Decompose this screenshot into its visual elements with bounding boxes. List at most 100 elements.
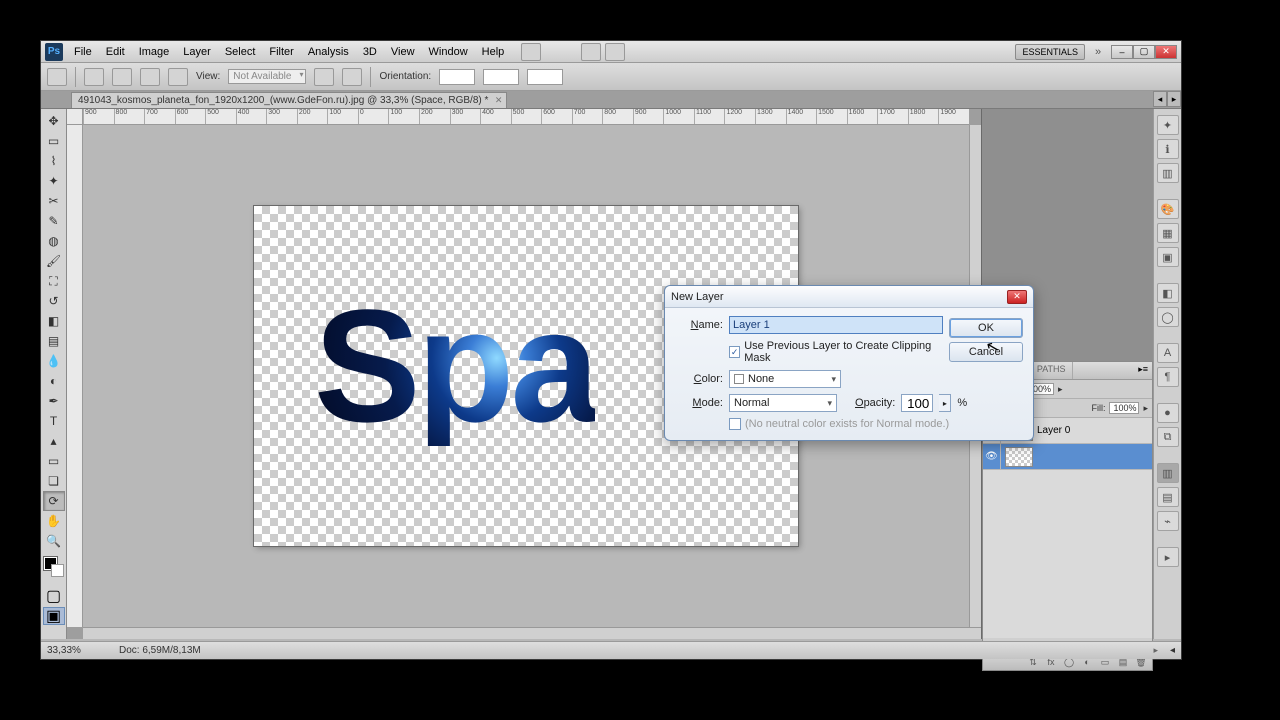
dialog-opacity-input[interactable] [901, 394, 933, 412]
orientation-field-3[interactable] [527, 69, 563, 85]
horizontal-scrollbar[interactable] [83, 627, 981, 639]
menu-3d[interactable]: 3D [356, 46, 384, 58]
tool-preset-icon[interactable] [47, 68, 67, 86]
gradient-tool-icon[interactable]: ▤ [43, 331, 65, 351]
status-arrow-icon[interactable]: ▸ [1153, 645, 1158, 656]
layer-thumbnail[interactable] [1005, 447, 1033, 467]
orientation-field-1[interactable] [439, 69, 475, 85]
cancel-button[interactable]: Cancel [949, 342, 1023, 362]
opacity-spinner-icon[interactable]: ▸ [939, 394, 951, 412]
hand-tool-icon[interactable]: ✋ [43, 511, 65, 531]
refresh-icon[interactable] [168, 68, 188, 86]
menu-window[interactable]: Window [422, 46, 475, 58]
refine-icon[interactable] [314, 68, 334, 86]
clipping-mask-checkbox[interactable]: ✓ [729, 346, 740, 358]
color-swatches[interactable] [41, 555, 66, 585]
tab-paths[interactable]: PATHS [1031, 362, 1073, 379]
crop-tool-icon[interactable]: ✂ [43, 191, 65, 211]
eyedropper-tool-icon[interactable]: ✎ [43, 211, 65, 231]
rotate-icon[interactable] [84, 68, 104, 86]
character-icon[interactable]: A [1157, 343, 1179, 363]
visibility-icon[interactable]: 👁 [983, 444, 1001, 469]
color-icon[interactable]: 🎨 [1157, 199, 1179, 219]
quick-mask-off-icon[interactable]: ▢ [43, 587, 65, 605]
pen-tool-icon[interactable]: ✒ [43, 391, 65, 411]
shape-tool-icon[interactable]: ▭ [43, 451, 65, 471]
fill-field[interactable]: 100% [1109, 402, 1139, 414]
color-dropdown[interactable]: None [729, 370, 841, 388]
dodge-tool-icon[interactable]: ◐ [43, 371, 65, 391]
menu-help[interactable]: Help [475, 46, 512, 58]
marquee-tool-icon[interactable]: ▭ [43, 131, 65, 151]
dialog-close-icon[interactable]: ✕ [1007, 290, 1027, 304]
navigator-icon[interactable]: ✦ [1157, 115, 1179, 135]
panel-menu-icon[interactable]: ▸≡ [1134, 362, 1152, 379]
zoom-value[interactable]: 33,33% [47, 645, 107, 656]
masks-icon[interactable]: ◯ [1157, 307, 1179, 327]
layer-row[interactable]: 👁 [983, 444, 1152, 470]
clone-source-icon[interactable]: ⧉ [1157, 427, 1179, 447]
menu-view[interactable]: View [384, 46, 422, 58]
close-icon[interactable]: ✕ [1155, 45, 1177, 59]
screen-mode-icon[interactable] [521, 43, 541, 61]
menu-select[interactable]: Select [218, 46, 263, 58]
stamp-tool-icon[interactable]: ⛶ [43, 271, 65, 291]
type-tool-icon[interactable]: T [43, 411, 65, 431]
chevron-right-icon[interactable]: » [1089, 45, 1107, 59]
menu-filter[interactable]: Filter [262, 46, 300, 58]
gear-icon[interactable] [342, 68, 362, 86]
healing-tool-icon[interactable]: ◍ [43, 231, 65, 251]
menu-image[interactable]: Image [132, 46, 177, 58]
flip-icon[interactable] [140, 68, 160, 86]
histogram-icon[interactable]: ▥ [1157, 163, 1179, 183]
orientation-field-2[interactable] [483, 69, 519, 85]
move-tool-icon[interactable]: ✥ [43, 111, 65, 131]
maximize-icon[interactable]: ▢ [1133, 45, 1155, 59]
name-input[interactable] [729, 316, 943, 334]
arrange-docs-icon[interactable] [581, 43, 601, 61]
quick-mask-on-icon[interactable]: ▣ [43, 607, 65, 625]
tab-nav-left-icon[interactable]: ◂ [1153, 91, 1167, 107]
menu-file[interactable]: File [67, 46, 99, 58]
path-select-tool-icon[interactable]: ▴ [43, 431, 65, 451]
info-icon[interactable]: ℹ [1157, 139, 1179, 159]
grid-icon[interactable] [605, 43, 625, 61]
view-dropdown[interactable]: Not Available [228, 69, 306, 84]
menu-layer[interactable]: Layer [176, 46, 218, 58]
eraser-tool-icon[interactable]: ◧ [43, 311, 65, 331]
styles-icon[interactable]: ▣ [1157, 247, 1179, 267]
opacity-arrow-icon[interactable]: ▸ [1058, 384, 1063, 395]
workspace-essentials-button[interactable]: ESSENTIALS [1015, 44, 1085, 60]
3d-tool-icon[interactable]: ❏ [43, 471, 65, 491]
mode-dropdown[interactable]: Normal [729, 394, 837, 412]
status-left-icon[interactable]: ◂ [1170, 645, 1175, 656]
paragraph-icon[interactable]: ¶ [1157, 367, 1179, 387]
magic-wand-tool-icon[interactable]: ✦ [43, 171, 65, 191]
ok-button[interactable]: OK [949, 318, 1023, 338]
minimize-icon[interactable]: – [1111, 45, 1133, 59]
menu-edit[interactable]: Edit [99, 46, 132, 58]
layers-dock-icon[interactable]: ▥ [1157, 463, 1179, 483]
tab-nav-right-icon[interactable]: ▸ [1167, 91, 1181, 107]
rotate-3d-tool-icon[interactable]: ⟳ [43, 491, 65, 511]
adjust-icon[interactable]: ◧ [1157, 283, 1179, 303]
document-tab[interactable]: 491043_kosmos_planeta_fon_1920x1200_(www… [71, 92, 507, 108]
channels-icon[interactable]: ▤ [1157, 487, 1179, 507]
actions-icon[interactable]: ▸ [1157, 547, 1179, 567]
ruler-mark: 400 [236, 109, 267, 124]
zoom-tool-icon[interactable]: 🔍 [43, 531, 65, 551]
fill-arrow-icon[interactable]: ▸ [1143, 403, 1148, 414]
close-tab-icon[interactable]: ✕ [495, 95, 503, 106]
history-brush-tool-icon[interactable]: ↺ [43, 291, 65, 311]
swatches-icon[interactable]: ▦ [1157, 223, 1179, 243]
blur-tool-icon[interactable]: 💧 [43, 351, 65, 371]
lasso-tool-icon[interactable]: ⌇ [43, 151, 65, 171]
brush-tool-icon[interactable]: 🖌 [43, 251, 65, 271]
reflect-icon[interactable] [112, 68, 132, 86]
menu-analysis[interactable]: Analysis [301, 46, 356, 58]
paths-dock-icon[interactable]: ⌁ [1157, 511, 1179, 531]
brush-presets-icon[interactable]: ● [1157, 403, 1179, 423]
dialog-titlebar[interactable]: New Layer ✕ [665, 286, 1033, 308]
background-swatch[interactable] [51, 564, 64, 577]
color-swatch-icon [734, 374, 744, 384]
